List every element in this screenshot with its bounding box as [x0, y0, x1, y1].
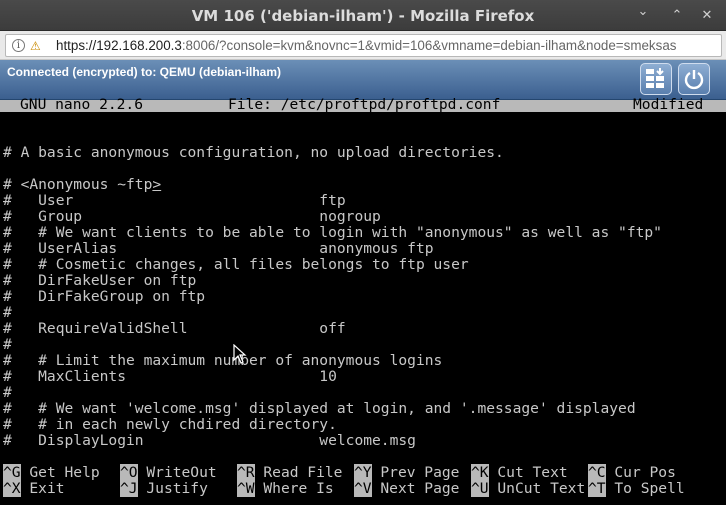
close-icon[interactable]: ✕ [700, 9, 714, 23]
editor-line: # # We want clients to be able to login … [3, 224, 662, 241]
shortcut-read-file[interactable]: ^R Read File [237, 464, 342, 481]
shortcut-writeout[interactable]: ^O WriteOut [120, 464, 217, 481]
nano-file: File: /etc/proftpd/proftpd.conf [228, 96, 501, 113]
shortcut-cut-text[interactable]: ^K Cut Text [471, 464, 568, 481]
window-title: VM 106 ('debian-ilham') - Mozilla Firefo… [191, 7, 535, 25]
info-icon[interactable]: i [12, 39, 25, 52]
nano-shortcut-bar: ^G Get Help ^O WriteOut ^R Read File ^Y … [0, 464, 726, 497]
nano-header: GNU nano 2.2.6 File: /etc/proftpd/proftp… [0, 96, 726, 113]
connection-status: Connected (encrypted) to: QEMU (debian-i… [7, 65, 282, 79]
shortcut-next-page[interactable]: ^V Next Page [354, 480, 459, 497]
shortcut-exit[interactable]: ^X Exit [3, 480, 65, 497]
insecure-lock-icon[interactable]: ⚠ [30, 39, 41, 53]
editor-line: # # in each newly chdired directory. [3, 416, 337, 433]
shortcut-where-is[interactable]: ^W Where Is [237, 480, 334, 497]
editor-line: # <Anonymous ~ftp> [3, 177, 161, 193]
minimize-icon[interactable]: ⌄ [636, 5, 650, 19]
shortcut-get-help[interactable]: ^G Get Help [3, 464, 100, 481]
url-host: https://192.168.200.3 [56, 38, 182, 53]
editor-line: # RequireValidShell off [3, 320, 346, 337]
shortcut-prev-page[interactable]: ^Y Prev Page [354, 464, 459, 481]
editor-line: # [3, 304, 12, 321]
shortcut-justify[interactable]: ^J Justify [120, 480, 208, 497]
editor-line: # # We want 'welcome.msg' displayed at l… [3, 400, 636, 417]
editor-line-text: # <Anonymous ~ftp [3, 176, 153, 193]
keyboard-apps-icon[interactable] [640, 63, 672, 95]
editor-line: # [3, 384, 12, 401]
editor-line: # UserAlias anonymous ftp [3, 240, 434, 257]
nano-modified: Modified [633, 96, 704, 113]
editor-line: # User ftp [3, 192, 346, 209]
novnc-status-bar: Connected (encrypted) to: QEMU (debian-i… [0, 60, 726, 100]
address-bar: i ⚠ https://192.168.200.3:8006/?console=… [0, 31, 726, 60]
url-text[interactable]: https://192.168.200.3:8006/?console=kvm&… [56, 38, 676, 53]
shortcut-to-spell[interactable]: ^T To Spell [588, 480, 685, 497]
editor-line: # MaxClients 10 [3, 368, 337, 385]
url-path: :8006/?console=kvm&novnc=1&vmid=106&vmna… [181, 38, 677, 53]
editor-line: # DirFakeGroup on ftp [3, 288, 206, 305]
editor-line: # # Cosmetic changes, all files belongs … [3, 256, 469, 273]
text-cursor: > [152, 176, 162, 193]
editor-line: # DirFakeUser on ftp [3, 272, 197, 289]
mouse-pointer-icon [233, 344, 247, 364]
url-field[interactable]: i ⚠ https://192.168.200.3:8006/?console=… [5, 34, 722, 57]
terminal-screen[interactable]: GNU nano 2.2.6 File: /etc/proftpd/proftp… [0, 96, 726, 505]
window-titlebar: VM 106 ('debian-ilham') - Mozilla Firefo… [0, 0, 726, 31]
editor-line: # DisplayLogin welcome.msg [3, 432, 416, 449]
editor-line: # [3, 336, 12, 353]
editor-line: # A basic anonymous configuration, no up… [3, 144, 504, 161]
editor-line: # # Limit the maximum number of anonymou… [3, 352, 443, 369]
nano-version: GNU nano 2.2.6 [20, 96, 144, 113]
shortcut-uncut-text[interactable]: ^U UnCut Text [471, 480, 585, 497]
shortcut-cur-pos[interactable]: ^C Cur Pos [588, 464, 676, 481]
editor-line: # Group nogroup [3, 208, 381, 225]
power-icon[interactable] [678, 63, 710, 95]
maximize-icon[interactable]: ⌃ [670, 9, 684, 23]
